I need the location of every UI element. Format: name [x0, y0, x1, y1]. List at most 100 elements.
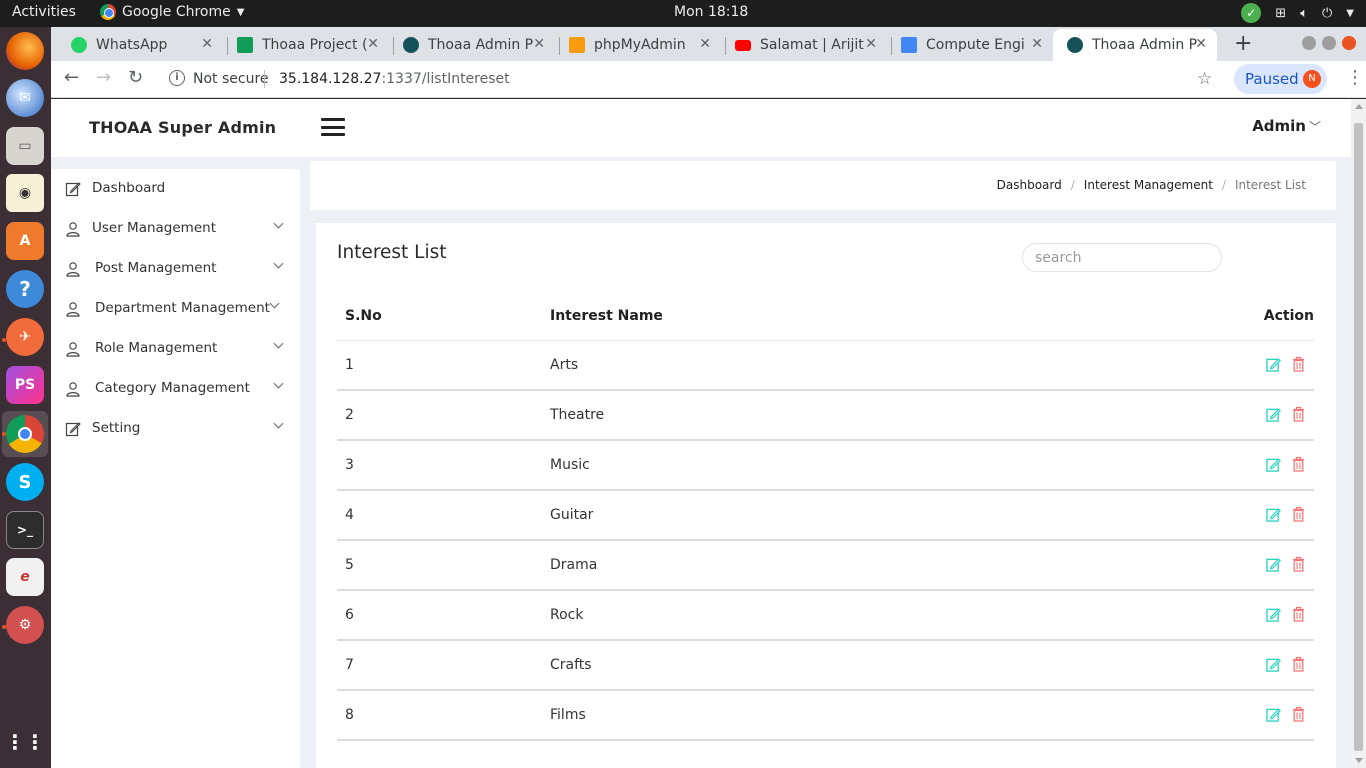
new-tab-button[interactable]: +: [1234, 31, 1252, 56]
chevron-down-icon: ﹀: [1308, 120, 1321, 134]
help-icon[interactable]: ?: [6, 270, 44, 308]
hamburger-menu-icon[interactable]: [321, 118, 345, 136]
minimize-button[interactable]: [1302, 36, 1316, 50]
close-icon[interactable]: ✕: [1195, 36, 1207, 52]
close-icon[interactable]: ✕: [201, 36, 213, 52]
edit-icon[interactable]: [1266, 407, 1281, 422]
skype-icon[interactable]: S: [6, 463, 44, 501]
software-icon[interactable]: A: [6, 222, 44, 260]
maximize-button[interactable]: [1322, 36, 1336, 50]
trash-icon[interactable]: [1292, 706, 1305, 722]
sidebar-item-role-management[interactable]: Role Management: [51, 329, 300, 369]
security-status[interactable]: Not secure: [193, 71, 269, 87]
more-menu-icon[interactable]: ⋮: [1346, 67, 1364, 88]
trash-icon[interactable]: [1292, 356, 1305, 372]
phpstorm-icon[interactable]: PS: [6, 366, 44, 404]
trash-icon[interactable]: [1292, 506, 1305, 522]
close-icon[interactable]: ✕: [367, 36, 379, 52]
sidebar-item-post-management[interactable]: Post Management: [51, 249, 300, 289]
sidebar-item-category-management[interactable]: Category Management: [51, 369, 300, 409]
admin-label: Admin: [1252, 117, 1306, 135]
close-icon[interactable]: ✕: [865, 36, 877, 52]
activities-button[interactable]: Activities: [12, 4, 76, 20]
edit-icon[interactable]: [1266, 357, 1281, 372]
breadcrumb-dashboard[interactable]: Dashboard: [997, 178, 1062, 192]
scroll-down-icon[interactable]: [1355, 758, 1363, 763]
sidebar-item-department-management[interactable]: Department Management: [51, 289, 300, 329]
forward-button[interactable]: →: [96, 67, 111, 88]
user-icon: [66, 302, 80, 317]
bookmark-star-icon[interactable]: ☆: [1197, 69, 1212, 89]
user-icon: [66, 342, 80, 357]
firefox-icon[interactable]: [6, 32, 44, 70]
trash-icon[interactable]: [1292, 456, 1305, 472]
sidebar-item-setting[interactable]: Setting: [51, 409, 300, 449]
rhythmbox-icon[interactable]: ◉: [6, 174, 44, 212]
table-header: S.No Interest Name Action: [337, 307, 1314, 341]
chrome-icon[interactable]: [6, 415, 44, 453]
close-icon[interactable]: ✕: [533, 36, 545, 52]
system-tray[interactable]: ✓ ⊞ 🔈︎ ⏻ ▼: [1241, 3, 1354, 23]
terminal-icon[interactable]: >_: [6, 511, 44, 549]
trash-icon[interactable]: [1292, 556, 1305, 572]
app-grid-icon[interactable]: ⋮⋮: [5, 723, 45, 761]
triangle-down-icon: ▼: [1346, 7, 1354, 19]
brand-title[interactable]: THOAA Super Admin: [89, 118, 276, 137]
table-row: 2 Theatre: [337, 391, 1314, 441]
address-bar[interactable]: i Not secure 35.184.128.27:1337/listInte…: [163, 65, 1225, 94]
table-row: 6 Rock: [337, 591, 1314, 641]
thunderbird-icon[interactable]: ✉: [6, 79, 44, 117]
sidebar-item-label: Department Management: [95, 300, 270, 316]
tab-youtube[interactable]: Salamat | Arijit ✕: [721, 29, 887, 61]
profile-button[interactable]: Paused N: [1234, 64, 1327, 94]
postman-icon[interactable]: ✈: [6, 318, 44, 356]
cell-sno: 5: [345, 557, 354, 573]
scroll-up-icon[interactable]: [1355, 104, 1363, 109]
text-editor-icon[interactable]: e: [6, 558, 44, 596]
clock[interactable]: Mon 18:18: [674, 4, 748, 20]
sidebar-item-user-management[interactable]: User Management: [51, 209, 300, 249]
breadcrumb-interest-management[interactable]: Interest Management: [1084, 178, 1213, 192]
cell-sno: 3: [345, 457, 354, 473]
tab-whatsapp[interactable]: WhatsApp ✕: [57, 29, 223, 61]
settings-tools-icon[interactable]: ⚙: [6, 606, 44, 644]
edit-icon[interactable]: [1266, 457, 1281, 472]
app-header: THOAA Super Admin Admin ﹀: [51, 99, 1351, 157]
edit-icon[interactable]: [1266, 607, 1281, 622]
tab-phpmyadmin[interactable]: phpMyAdmin ✕: [555, 29, 721, 61]
trash-icon[interactable]: [1292, 606, 1305, 622]
close-window-button[interactable]: [1342, 36, 1356, 50]
chevron-down-icon: [273, 218, 284, 229]
search-input[interactable]: [1022, 243, 1222, 272]
page-scrollbar[interactable]: [1351, 99, 1366, 768]
url-host: 35.184.128.27: [279, 71, 382, 87]
close-icon[interactable]: ✕: [699, 36, 711, 52]
info-icon[interactable]: i: [169, 70, 185, 86]
edit-icon[interactable]: [1266, 557, 1281, 572]
tab-thoaa-project[interactable]: Thoaa Project ( ✕: [223, 29, 389, 61]
url-path: :1337/listIntereset: [381, 71, 510, 87]
sidebar-item-dashboard[interactable]: Dashboard: [51, 169, 300, 209]
reload-button[interactable]: ↻: [128, 67, 143, 88]
trash-icon[interactable]: [1292, 406, 1305, 422]
app-menu[interactable]: Google Chrome ▼: [100, 4, 244, 20]
sidebar: Dashboard User Management Post Managemen…: [51, 169, 300, 768]
tab-thoaa-admin-1[interactable]: Thoaa Admin P ✕: [389, 29, 555, 61]
tab-compute-engine[interactable]: Compute Engi ✕: [887, 29, 1053, 61]
tab-thoaa-admin-active[interactable]: Thoaa Admin P ✕: [1053, 29, 1217, 61]
table-row: 3 Music: [337, 441, 1314, 491]
scrollbar-thumb[interactable]: [1354, 123, 1363, 751]
files-icon[interactable]: ▭: [6, 127, 44, 165]
close-icon[interactable]: ✕: [1031, 36, 1043, 52]
edit-icon[interactable]: [1266, 707, 1281, 722]
url-text[interactable]: 35.184.128.27:1337/listIntereset: [279, 71, 510, 87]
avatar: N: [1303, 70, 1321, 88]
admin-user-menu[interactable]: Admin ﹀: [1252, 117, 1321, 135]
window-controls: [1302, 36, 1356, 50]
trash-icon[interactable]: [1292, 656, 1305, 672]
os-top-bar: Activities Google Chrome ▼ Mon 18:18 ✓ ⊞…: [0, 0, 1366, 27]
update-check-icon[interactable]: ✓: [1241, 3, 1262, 23]
edit-icon[interactable]: [1266, 657, 1281, 672]
back-button[interactable]: ←: [64, 67, 79, 88]
edit-icon[interactable]: [1266, 507, 1281, 522]
